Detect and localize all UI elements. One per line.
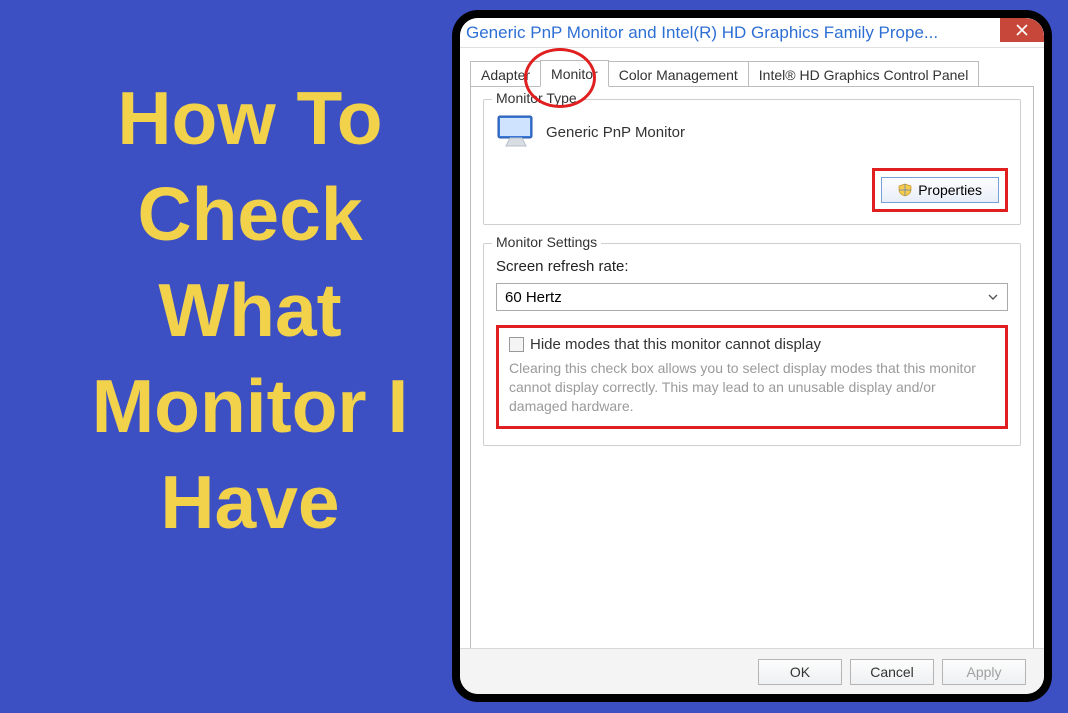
hide-modes-row: Hide modes that this monitor cannot disp… — [509, 336, 995, 353]
shield-icon — [898, 183, 912, 197]
monitor-settings-legend: Monitor Settings — [492, 234, 601, 250]
annotation-box-properties: Properties — [872, 168, 1008, 212]
tab-adapter[interactable]: Adapter — [470, 61, 541, 87]
tab-strip: Adapter Monitor Color Management Intel® … — [460, 48, 1044, 86]
annotation-box-hide-modes: Hide modes that this monitor cannot disp… — [496, 325, 1008, 429]
cancel-button[interactable]: Cancel — [850, 659, 934, 685]
properties-button-label: Properties — [918, 182, 982, 198]
tab-content: Monitor Type Generic PnP Monitor — [470, 86, 1034, 650]
apply-button[interactable]: Apply — [942, 659, 1026, 685]
properties-window: Generic PnP Monitor and Intel(R) HD Grap… — [460, 18, 1044, 694]
close-icon — [1016, 24, 1028, 36]
monitor-info-row: Generic PnP Monitor — [496, 114, 1008, 150]
monitor-icon — [496, 114, 536, 150]
refresh-rate-label: Screen refresh rate: — [496, 258, 1008, 275]
hide-modes-label: Hide modes that this monitor cannot disp… — [530, 336, 821, 353]
refresh-rate-value: 60 Hertz — [505, 289, 562, 306]
properties-button[interactable]: Properties — [881, 177, 999, 203]
monitor-name: Generic PnP Monitor — [546, 124, 685, 141]
ok-button[interactable]: OK — [758, 659, 842, 685]
monitor-type-legend: Monitor Type — [492, 90, 581, 106]
refresh-rate-select[interactable]: 60 Hertz — [496, 283, 1008, 311]
dialog-button-row: OK Cancel Apply — [460, 648, 1044, 694]
window-title: Generic PnP Monitor and Intel(R) HD Grap… — [460, 23, 938, 43]
device-frame: Generic PnP Monitor and Intel(R) HD Grap… — [452, 10, 1052, 702]
monitor-settings-group: Monitor Settings Screen refresh rate: 60… — [483, 243, 1021, 446]
tab-monitor[interactable]: Monitor — [540, 60, 609, 87]
monitor-type-group: Monitor Type Generic PnP Monitor — [483, 99, 1021, 225]
page-title: How To Check What Monitor I Have — [60, 70, 440, 550]
hide-modes-checkbox[interactable] — [509, 337, 524, 352]
hide-modes-help-text: Clearing this check box allows you to se… — [509, 359, 995, 416]
tab-color-management[interactable]: Color Management — [608, 61, 749, 87]
chevron-down-icon — [987, 291, 999, 303]
close-button[interactable] — [1000, 18, 1044, 42]
titlebar: Generic PnP Monitor and Intel(R) HD Grap… — [460, 18, 1044, 48]
tab-intel-control-panel[interactable]: Intel® HD Graphics Control Panel — [748, 61, 980, 87]
